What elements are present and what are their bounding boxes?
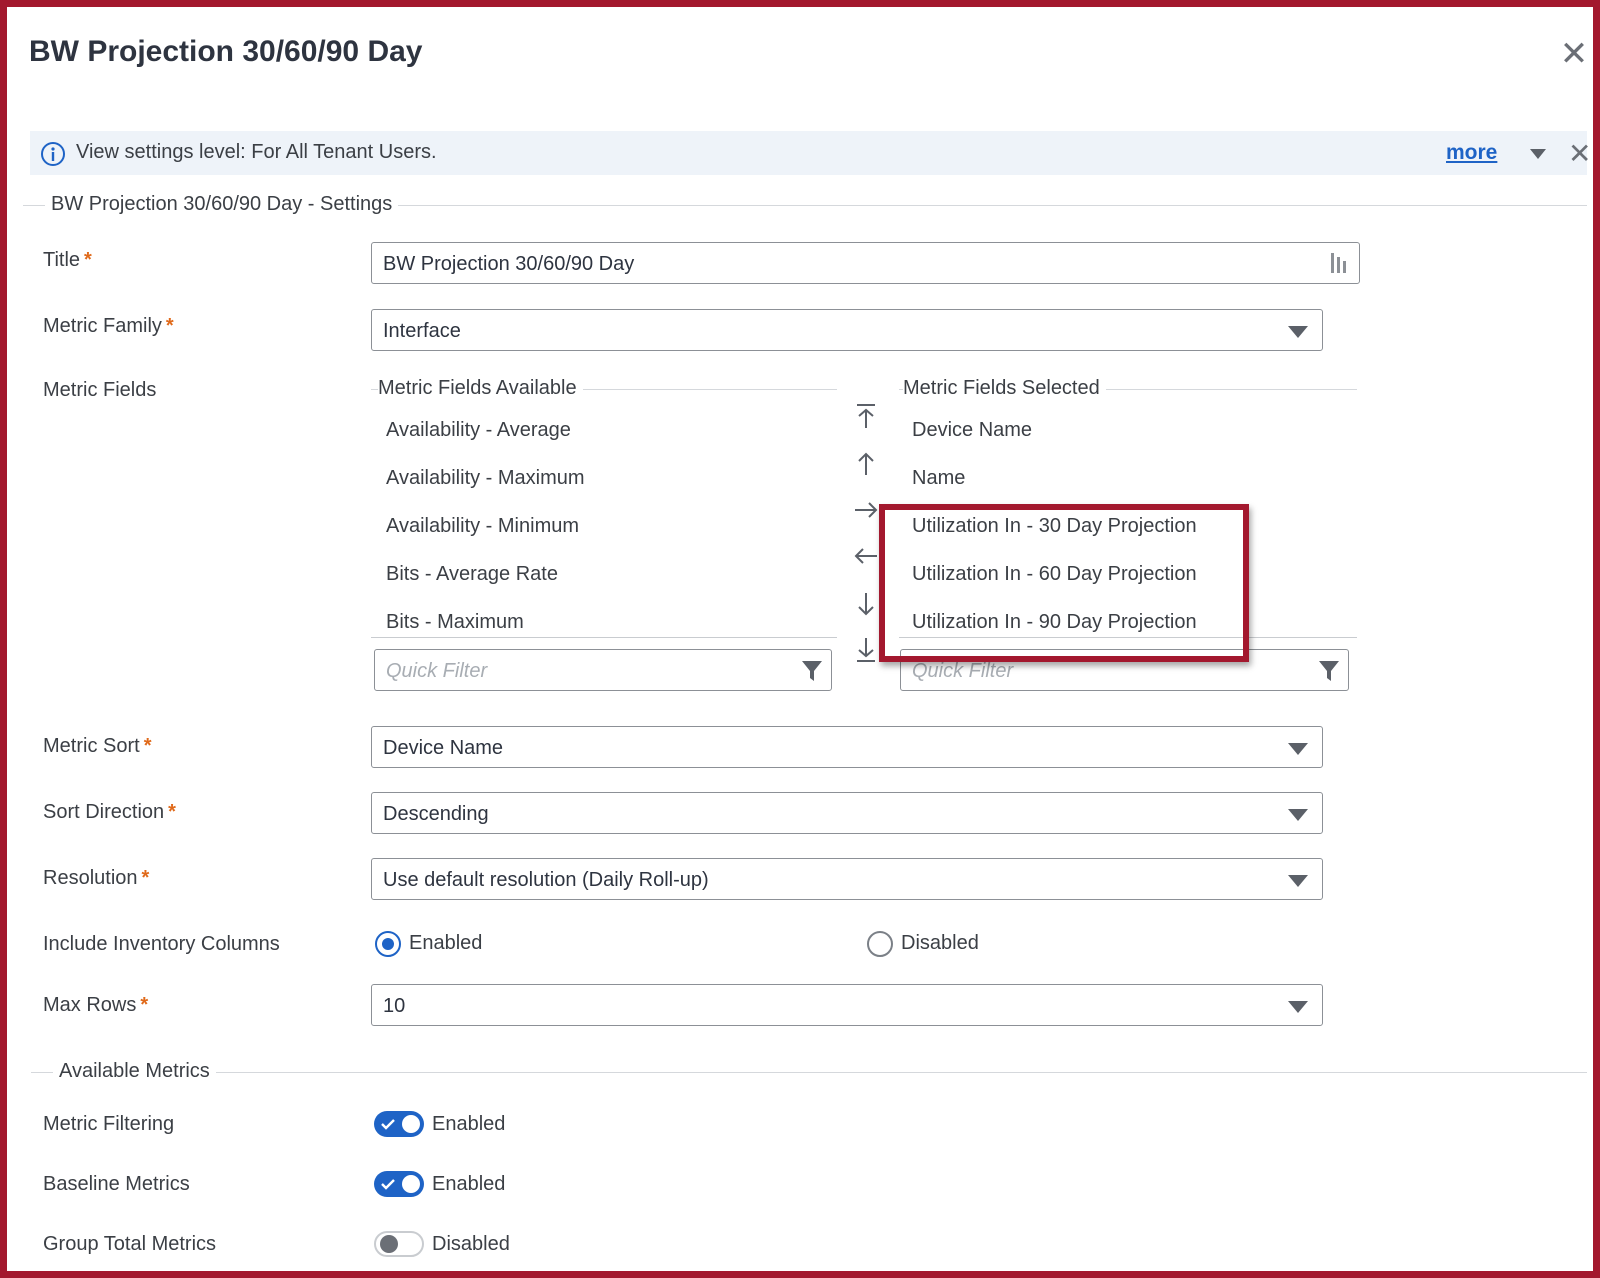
move-up-icon[interactable] <box>851 449 881 479</box>
metric-filtering-toggle[interactable] <box>374 1111 424 1137</box>
chevron-down-icon <box>1288 1001 1308 1013</box>
selected-item[interactable]: Utilization In - 90 Day Projection <box>912 611 1197 634</box>
more-link[interactable]: more <box>1446 141 1497 165</box>
selected-item[interactable]: Utilization In - 60 Day Projection <box>912 563 1197 586</box>
banner-text: View settings level: For All Tenant User… <box>76 141 437 163</box>
toggle-knob <box>402 1115 420 1133</box>
title-input[interactable]: BW Projection 30/60/90 Day <box>371 242 1360 284</box>
available-item[interactable]: Availability - Maximum <box>386 467 585 490</box>
inventory-enabled-label[interactable]: Enabled <box>409 932 482 955</box>
filter-icon[interactable] <box>1318 659 1340 683</box>
available-metrics-legend: Available Metrics <box>53 1060 216 1083</box>
resolution-label: Resolution * <box>43 867 150 889</box>
metric-sort-select[interactable]: Device Name <box>371 726 1323 768</box>
inventory-columns-label: Include Inventory Columns <box>43 933 280 955</box>
move-left-icon[interactable] <box>851 541 881 571</box>
title-label: Title * <box>43 249 92 271</box>
dialog-frame: BW Projection 30/60/90 Day ✕ View settin… <box>0 0 1600 1278</box>
group-total-metrics-toggle[interactable] <box>374 1231 424 1257</box>
metric-filtering-state: Enabled <box>432 1113 506 1135</box>
check-icon <box>381 1179 395 1190</box>
metric-sort-label: Metric Sort * <box>43 735 152 757</box>
available-item[interactable]: Bits - Maximum <box>386 611 524 634</box>
available-metrics-section-line <box>31 1072 1587 1073</box>
move-right-icon[interactable] <box>851 495 881 525</box>
baseline-metrics-state: Enabled <box>432 1173 506 1195</box>
close-icon[interactable]: ✕ <box>1555 37 1593 75</box>
metric-family-select[interactable]: Interface <box>371 309 1323 351</box>
available-list-bottom <box>371 637 837 638</box>
selected-quick-filter-input[interactable]: Quick Filter <box>900 649 1349 691</box>
available-legend: Metric Fields Available <box>378 377 583 400</box>
chevron-down-icon[interactable] <box>1530 149 1546 159</box>
group-total-metrics-state: Disabled <box>432 1233 510 1255</box>
inventory-disabled-label[interactable]: Disabled <box>901 932 979 955</box>
metric-filtering-label: Metric Filtering <box>43 1113 175 1135</box>
inventory-disabled-radio[interactable] <box>867 931 893 957</box>
selected-legend: Metric Fields Selected <box>903 377 1106 400</box>
available-quick-filter-input[interactable]: Quick Filter <box>374 649 832 691</box>
baseline-metrics-label: Baseline Metrics <box>43 1173 190 1195</box>
sort-direction-label: Sort Direction * <box>43 801 176 823</box>
chevron-down-icon <box>1288 875 1308 887</box>
chevron-down-icon <box>1288 326 1308 338</box>
available-item[interactable]: Availability - Minimum <box>386 515 579 538</box>
group-total-metrics-label: Group Total Metrics <box>43 1233 217 1255</box>
dialog-title: BW Projection 30/60/90 Day <box>29 35 423 68</box>
selected-item[interactable]: Utilization In - 30 Day Projection <box>912 515 1197 538</box>
inventory-enabled-radio[interactable] <box>375 931 401 957</box>
move-to-bottom-icon[interactable] <box>851 635 881 665</box>
move-to-top-icon[interactable] <box>851 401 881 431</box>
available-item[interactable]: Availability - Average <box>386 419 571 442</box>
toggle-knob <box>402 1175 420 1193</box>
filter-icon[interactable] <box>801 659 823 683</box>
info-icon <box>41 142 65 166</box>
check-icon <box>381 1119 395 1130</box>
max-rows-label: Max Rows * <box>43 994 149 1016</box>
selected-item[interactable]: Name <box>912 467 965 490</box>
selected-item[interactable]: Device Name <box>912 419 1032 442</box>
baseline-metrics-toggle[interactable] <box>374 1171 424 1197</box>
available-item[interactable]: Bits - Average Rate <box>386 563 558 586</box>
banner-close-icon[interactable]: ✕ <box>1568 137 1591 170</box>
chevron-down-icon <box>1288 743 1308 755</box>
selected-list-bottom <box>899 637 1357 638</box>
chevron-down-icon <box>1288 809 1308 821</box>
sort-direction-select[interactable]: Descending <box>371 792 1323 834</box>
move-down-icon[interactable] <box>851 589 881 619</box>
toggle-knob <box>380 1235 398 1253</box>
settings-legend: BW Projection 30/60/90 Day - Settings <box>45 193 399 216</box>
metric-family-label: Metric Family * <box>43 315 174 337</box>
variable-icon[interactable] <box>1329 251 1351 275</box>
info-banner: View settings level: For All Tenant User… <box>30 131 1591 175</box>
metric-fields-label: Metric Fields <box>43 379 157 401</box>
resolution-select[interactable]: Use default resolution (Daily Roll-up) <box>371 858 1323 900</box>
max-rows-select[interactable]: 10 <box>371 984 1323 1026</box>
